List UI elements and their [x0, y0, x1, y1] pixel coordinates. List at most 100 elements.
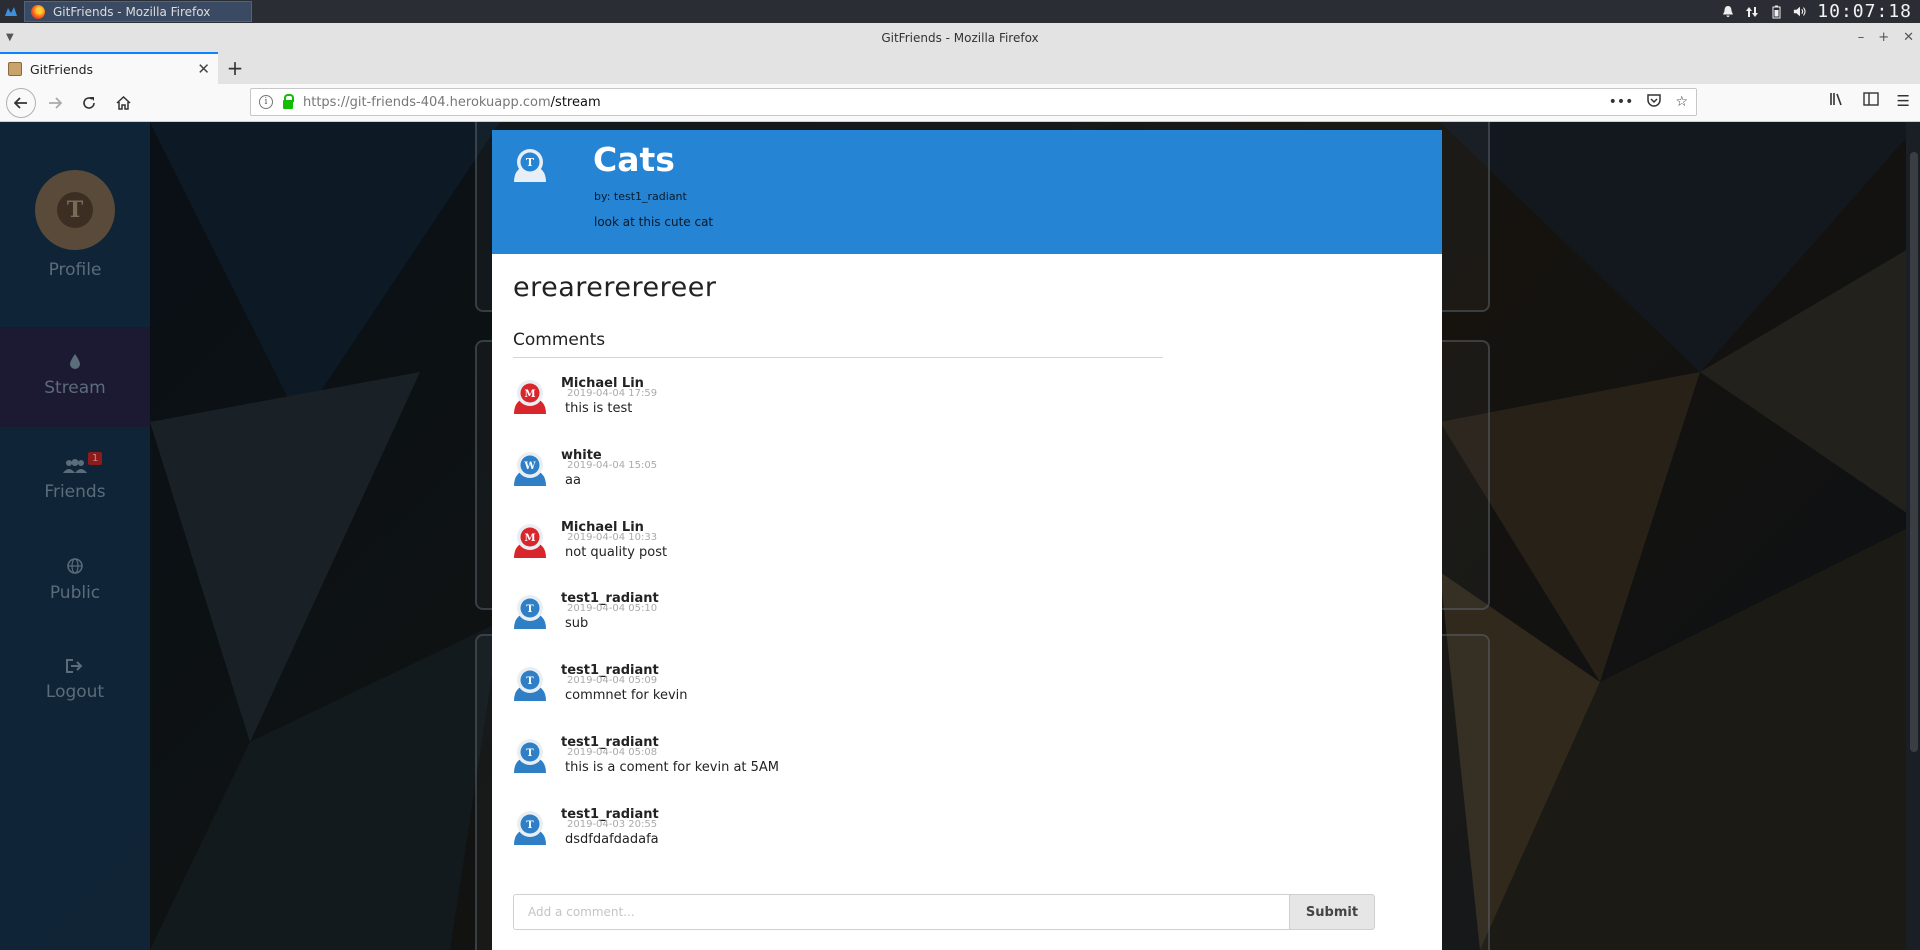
tab-gitfriends[interactable]: GitFriends ✕: [0, 52, 218, 84]
commenter-avatar[interactable]: M: [513, 522, 547, 562]
os-taskbar: GitFriends - Mozilla Firefox 10:07:18: [0, 0, 1920, 23]
sidebar-item-public[interactable]: Public: [0, 558, 150, 603]
comment-text: not quality post: [565, 545, 668, 560]
hamburger-menu-icon[interactable]: ☰: [1897, 92, 1910, 110]
post-header: T Cats by: test1_radiant look at this cu…: [492, 130, 1442, 254]
comment-item: M Michael Lin 2019-04-04 10:33 not quality …: [513, 520, 1213, 580]
minimize-icon[interactable]: –: [1858, 30, 1865, 45]
comment-date: 2019-04-04 17:59: [567, 388, 658, 399]
network-arrows-icon[interactable]: [1745, 5, 1759, 19]
sidebar-item-label: Profile: [48, 260, 102, 280]
commenter-avatar[interactable]: T: [513, 593, 547, 633]
commenter-avatar[interactable]: W: [513, 450, 547, 490]
close-window-icon[interactable]: ✕: [1903, 30, 1914, 45]
submit-button[interactable]: Submit: [1289, 894, 1375, 930]
comment-text: dsdfdafdadafa: [565, 832, 659, 847]
back-button[interactable]: [6, 87, 36, 118]
sidebar-item-label: Logout: [45, 682, 105, 702]
sidebar: T Profile Stream 1 Friends Public Logout: [0, 122, 150, 950]
sign-out-icon: [0, 658, 150, 678]
browser-title-bar: ▼ GitFriends - Mozilla Firefox – + ✕: [0, 23, 1920, 52]
site-info-icon[interactable]: i: [259, 95, 273, 109]
comment-item: Ttest1_radiant 2019-04-04 05:08 this is a …: [513, 735, 1213, 795]
url-bar[interactable]: i https://git-friends-404.herokuapp.com/…: [250, 88, 1697, 116]
window-title: GitFriends - Mozilla Firefox: [881, 30, 1039, 45]
battery-icon[interactable]: [1769, 5, 1783, 19]
forward-button[interactable]: [40, 88, 70, 118]
users-icon: [0, 458, 150, 478]
svg-text:T: T: [526, 748, 534, 759]
sidebar-item-profile[interactable]: T Profile: [0, 170, 150, 280]
window-menu-icon[interactable]: ▼: [6, 32, 14, 43]
comment-input[interactable]: [513, 894, 1289, 930]
sidebar-item-label: Public: [49, 583, 101, 603]
menu-icon[interactable]: [0, 0, 22, 23]
scrollbar-thumb[interactable]: [1910, 152, 1918, 752]
tab-title: GitFriends: [30, 61, 94, 77]
comment-item: Ttest1_radiant 2019-04-04 05:09 commnet fo…: [513, 663, 1213, 723]
navigation-toolbar: i https://git-friends-404.herokuapp.com/…: [0, 84, 1920, 122]
sidebar-item-label: Friends: [44, 482, 106, 502]
comment-date: 2019-04-04 15:05: [567, 460, 658, 471]
post-description: look at this cute cat: [594, 215, 714, 229]
reload-icon: [83, 96, 95, 109]
post-modal: T Cats by: test1_radiant look at this cu…: [492, 130, 1442, 950]
library-icon[interactable]: [1829, 92, 1845, 110]
sidebar-toggle-icon[interactable]: [1862, 92, 1879, 110]
svg-text:M: M: [524, 533, 535, 544]
author-avatar[interactable]: T: [512, 148, 548, 186]
sidebar-item-friends[interactable]: 1 Friends: [0, 452, 150, 502]
globe-icon: [0, 558, 150, 579]
friends-badge: 1: [88, 452, 103, 465]
comments-heading: Comments: [513, 330, 1163, 358]
bookmark-star-icon[interactable]: ☆: [1675, 94, 1688, 111]
favicon-icon: [8, 62, 22, 76]
bell-icon[interactable]: [1721, 5, 1735, 19]
svg-text:M: M: [524, 389, 535, 400]
home-button[interactable]: [108, 88, 138, 118]
commenter-avatar[interactable]: T: [513, 665, 547, 705]
post-author[interactable]: by: test1_radiant: [594, 190, 687, 203]
lock-icon[interactable]: [283, 93, 294, 109]
comment-text: this is a coment for kevin at 5AM: [565, 760, 780, 775]
commenter-avatar[interactable]: M: [513, 378, 547, 418]
profile-avatar: T: [35, 170, 115, 250]
tab-strip: GitFriends ✕ +: [0, 52, 1920, 84]
commenter-avatar[interactable]: T: [513, 737, 547, 777]
url-host: https://git-friends-404.herokuapp.com: [303, 94, 551, 110]
sidebar-item-logout[interactable]: Logout: [0, 658, 150, 702]
system-tray: 10:07:18: [1721, 0, 1920, 23]
comment-item: Wwhite 2019-04-04 15:05 aa: [513, 448, 1213, 508]
droplet-icon: [0, 353, 150, 374]
comment-date: 2019-04-04 05:09: [567, 675, 658, 686]
svg-text:T: T: [526, 604, 534, 615]
comment-date: 2019-04-03 20:55: [567, 819, 658, 830]
comment-text: this is test: [565, 401, 633, 416]
firefox-icon: [31, 4, 45, 19]
url-text[interactable]: https://git-friends-404.herokuapp.com/st…: [303, 95, 601, 110]
page-scrollbar[interactable]: [1906, 122, 1920, 950]
new-tab-button[interactable]: +: [218, 52, 252, 84]
comment-text: aa: [565, 473, 581, 488]
taskbar-window-button[interactable]: GitFriends - Mozilla Firefox: [24, 1, 252, 22]
comment-text: sub: [565, 616, 589, 631]
post-title: Cats: [593, 140, 675, 179]
comment-text: commnet for kevin: [565, 688, 688, 703]
comment-item: M Michael Lin 2019-04-04 17:59 this is test: [513, 376, 1213, 436]
comment-form: Submit: [513, 894, 1375, 930]
forward-arrow-icon: [49, 96, 62, 109]
post-content: erearererereer: [513, 272, 717, 303]
maximize-icon[interactable]: +: [1878, 30, 1889, 45]
reload-button[interactable]: [74, 88, 104, 118]
comment-date: 2019-04-04 10:33: [567, 532, 658, 543]
svg-text:W: W: [523, 461, 536, 472]
commenter-avatar[interactable]: T: [513, 809, 547, 849]
sidebar-item-stream[interactable]: Stream: [0, 327, 150, 427]
pocket-icon[interactable]: [1647, 93, 1662, 111]
svg-text:T: T: [526, 676, 534, 687]
close-tab-icon[interactable]: ✕: [197, 60, 210, 78]
comment-date: 2019-04-04 05:10: [567, 603, 658, 614]
comment-date: 2019-04-04 05:08: [567, 747, 658, 758]
volume-icon[interactable]: [1793, 5, 1807, 19]
page-actions-icon[interactable]: •••: [1609, 94, 1634, 111]
